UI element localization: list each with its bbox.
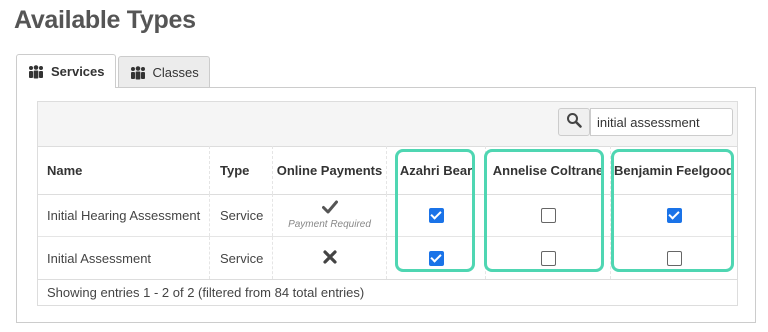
assign-cell-annelise-coltrane bbox=[485, 194, 610, 236]
tab-classes-label: Classes bbox=[152, 65, 199, 80]
row-name: Initial Assessment bbox=[47, 250, 152, 266]
assign-cell-azahri-bear bbox=[386, 194, 485, 236]
assign-checkbox-annelise-coltrane[interactable] bbox=[540, 207, 556, 223]
online-payment-cell bbox=[272, 237, 386, 279]
row-type: Service bbox=[209, 194, 272, 236]
assign-cell-benjamin-feelgood bbox=[610, 237, 737, 279]
table-row: Initial Hearing Assessment Service Payme… bbox=[38, 194, 737, 237]
checkmark-icon bbox=[321, 200, 338, 217]
search-input[interactable] bbox=[590, 108, 733, 136]
row-name: Initial Hearing Assessment bbox=[47, 207, 201, 223]
assign-cell-azahri-bear bbox=[386, 237, 485, 279]
assign-cell-benjamin-feelgood bbox=[610, 194, 737, 236]
assign-checkbox-azahri-bear[interactable] bbox=[428, 250, 444, 266]
column-header-azahri-bear[interactable]: Azahri Bear bbox=[386, 146, 485, 194]
column-header-online-payments[interactable]: Online Payments bbox=[272, 146, 386, 194]
table-toolbar bbox=[38, 102, 737, 147]
assign-cell-annelise-coltrane bbox=[485, 237, 610, 279]
search-icon bbox=[566, 112, 582, 133]
page-title: Available Types bbox=[14, 6, 196, 34]
table-footer-info: Showing entries 1 - 2 of 2 (filtered fro… bbox=[47, 285, 365, 300]
assign-checkbox-annelise-coltrane[interactable] bbox=[540, 250, 556, 266]
table-row: Initial Assessment Service bbox=[38, 237, 737, 280]
people-group-icon bbox=[27, 64, 45, 79]
payment-required-note: Payment Required bbox=[288, 219, 371, 230]
column-header-benjamin-feelgood[interactable]: Benjamin Feelgood bbox=[610, 146, 737, 194]
tab-classes[interactable]: Classes bbox=[117, 56, 210, 88]
column-header-name[interactable]: Name bbox=[38, 146, 209, 194]
people-group-icon bbox=[129, 65, 147, 80]
assign-checkbox-benjamin-feelgood[interactable] bbox=[666, 207, 682, 223]
column-header-annelise-coltrane[interactable]: Annelise Coltrane bbox=[485, 146, 610, 194]
x-mark-icon bbox=[322, 249, 337, 267]
type-tabs: Services Classes bbox=[16, 54, 210, 88]
online-payment-cell: Payment Required bbox=[272, 194, 386, 236]
tab-services[interactable]: Services bbox=[16, 54, 116, 88]
search-button[interactable] bbox=[558, 108, 590, 136]
tab-services-label: Services bbox=[51, 64, 105, 79]
assign-checkbox-benjamin-feelgood[interactable] bbox=[666, 250, 682, 266]
column-header-type[interactable]: Type bbox=[209, 146, 272, 194]
row-type: Service bbox=[209, 237, 272, 279]
types-table: Name Type Online Payments Azahri Bear An… bbox=[37, 101, 738, 306]
assign-checkbox-azahri-bear[interactable] bbox=[428, 207, 444, 223]
table-header-row: Name Type Online Payments Azahri Bear An… bbox=[38, 146, 737, 195]
